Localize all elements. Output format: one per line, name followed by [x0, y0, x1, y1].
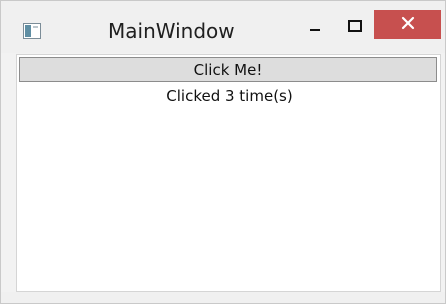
maximize-icon: [348, 17, 362, 36]
title-bar[interactable]: MainWindow: [1, 1, 445, 53]
maximize-button[interactable]: [341, 11, 369, 41]
app-window-icon[interactable]: [23, 23, 41, 39]
client-area: Click Me! Clicked 3 time(s): [16, 54, 441, 292]
click-count-label: Clicked 3 time(s): [166, 87, 293, 105]
close-button[interactable]: [374, 10, 441, 39]
click-me-button[interactable]: Click Me!: [19, 57, 437, 82]
minimize-button[interactable]: [301, 11, 329, 41]
main-window: MainWindow Click Me! Clicked 3 time(s): [0, 0, 446, 304]
window-bottom-frame: [1, 292, 445, 303]
minimize-icon: [308, 17, 322, 36]
window-title: MainWindow: [108, 19, 235, 43]
close-icon: [400, 15, 416, 35]
